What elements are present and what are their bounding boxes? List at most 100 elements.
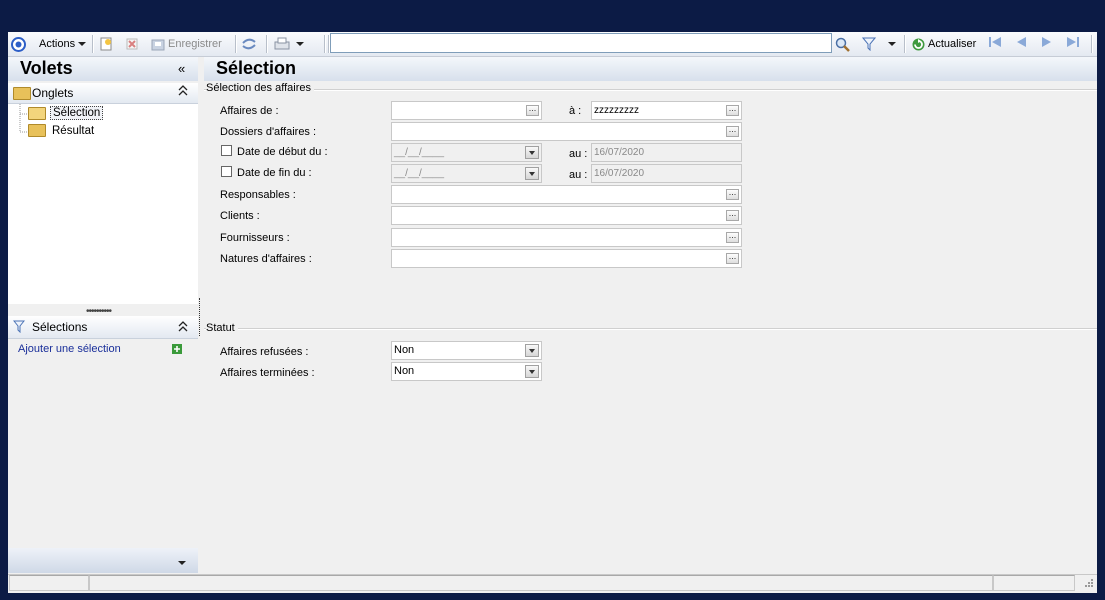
onglets-label: Onglets bbox=[32, 86, 74, 100]
tree-item-selection[interactable]: Sélection bbox=[28, 106, 104, 120]
sync-icon bbox=[241, 37, 256, 51]
date-fin-au-field: 16/07/2020 bbox=[591, 164, 742, 183]
save-button[interactable]: Enregistrer bbox=[151, 36, 222, 52]
previous-icon bbox=[1013, 35, 1029, 54]
a-label: à : bbox=[569, 105, 582, 117]
toolbar-separator bbox=[324, 35, 326, 53]
app-menu-button[interactable] bbox=[11, 36, 26, 52]
chevron-down-icon bbox=[78, 36, 87, 52]
lookup-button[interactable]: ... bbox=[526, 104, 539, 116]
collapse-up-icon[interactable] bbox=[178, 84, 188, 101]
refresh-label: Actualiser bbox=[928, 38, 977, 50]
dropdown-arrow-icon[interactable] bbox=[525, 344, 539, 357]
lookup-button[interactable]: ... bbox=[726, 188, 739, 200]
panel-footer bbox=[8, 548, 198, 573]
save-label: Enregistrer bbox=[168, 38, 222, 50]
sync-button[interactable] bbox=[241, 36, 256, 52]
date-debut-checkbox[interactable] bbox=[221, 145, 232, 156]
toolbar-separator bbox=[266, 35, 268, 53]
chevron-down-icon bbox=[296, 36, 304, 52]
date-picker-button[interactable] bbox=[525, 146, 539, 159]
page-title: Sélection bbox=[216, 58, 297, 78]
natures-label: Natures d'affaires : bbox=[220, 253, 312, 265]
date-fin-checkbox[interactable] bbox=[221, 166, 232, 177]
first-record-button[interactable] bbox=[987, 36, 1003, 52]
delete-button[interactable] bbox=[125, 36, 139, 52]
app-orb-icon bbox=[11, 37, 26, 52]
print-button[interactable] bbox=[273, 36, 304, 52]
terminees-value: Non bbox=[394, 365, 415, 377]
clients-label: Clients : bbox=[220, 210, 260, 222]
date-debut-au-value: 16/07/2020 bbox=[594, 147, 645, 158]
main-header bbox=[204, 57, 1097, 81]
status-cell bbox=[9, 575, 89, 591]
filter-button[interactable] bbox=[861, 36, 877, 52]
collapse-panel-button[interactable]: « bbox=[178, 61, 185, 76]
dossiers-label: Dossiers d'affaires : bbox=[220, 126, 317, 138]
chevron-down-icon bbox=[888, 36, 896, 52]
folder-icon bbox=[13, 87, 31, 103]
affaires-a-value: zzzzzzzzz bbox=[594, 105, 639, 116]
add-icon[interactable] bbox=[172, 344, 182, 357]
lookup-button[interactable]: ... bbox=[726, 252, 739, 264]
first-icon bbox=[987, 35, 1003, 54]
date-fin-au-value: 16/07/2020 bbox=[594, 168, 645, 179]
volets-title: Volets bbox=[20, 58, 73, 78]
lookup-button[interactable]: ... bbox=[726, 125, 739, 137]
search-field[interactable] bbox=[330, 33, 832, 53]
search-input[interactable] bbox=[331, 34, 831, 50]
refusees-select[interactable]: Non bbox=[391, 341, 542, 360]
onglets-header[interactable]: Onglets bbox=[8, 83, 198, 104]
search-button[interactable] bbox=[835, 36, 850, 52]
lookup-button[interactable]: ... bbox=[726, 231, 739, 243]
clients-field[interactable]: ... bbox=[391, 206, 742, 225]
date-debut-au-field: 16/07/2020 bbox=[591, 143, 742, 162]
chevron-down-icon[interactable] bbox=[178, 557, 186, 569]
group-divider bbox=[204, 89, 1097, 91]
date-picker-button[interactable] bbox=[525, 167, 539, 180]
last-record-button[interactable] bbox=[1065, 36, 1081, 52]
lookup-button[interactable]: ... bbox=[726, 104, 739, 116]
selections-header[interactable]: Sélections bbox=[8, 316, 198, 339]
refresh-icon bbox=[911, 37, 925, 51]
toolbar-separator bbox=[235, 35, 237, 53]
responsables-label: Responsables : bbox=[220, 189, 296, 201]
terminees-select[interactable]: Non bbox=[391, 362, 542, 381]
affaires-de-label: Affaires de : bbox=[220, 105, 279, 117]
refresh-button[interactable]: Actualiser bbox=[911, 36, 976, 52]
printer-icon bbox=[273, 37, 290, 51]
group-title-statut: Statut bbox=[206, 322, 238, 334]
natures-field[interactable]: ... bbox=[391, 249, 742, 268]
lookup-button[interactable]: ... bbox=[726, 209, 739, 221]
collapse-up-icon[interactable] bbox=[178, 320, 188, 337]
next-record-button[interactable] bbox=[1039, 36, 1055, 52]
date-debut-field[interactable]: __/__/____ bbox=[391, 143, 542, 162]
affaires-a-field[interactable]: zzzzzzzzz ... bbox=[591, 101, 742, 120]
dropdown-arrow-icon[interactable] bbox=[525, 365, 539, 378]
last-icon bbox=[1065, 35, 1081, 54]
group-title-affaires: Sélection des affaires bbox=[206, 82, 314, 94]
next-icon bbox=[1039, 35, 1055, 54]
add-selection-link[interactable]: Ajouter une sélection bbox=[18, 343, 121, 355]
date-fin-label: Date de fin du : bbox=[237, 167, 312, 179]
refusees-value: Non bbox=[394, 344, 415, 356]
resize-grip-icon[interactable] bbox=[1082, 578, 1094, 593]
previous-record-button[interactable] bbox=[1013, 36, 1029, 52]
filter-icon bbox=[12, 320, 26, 336]
date-fin-field[interactable]: __/__/____ bbox=[391, 164, 542, 183]
filter-dropdown-button[interactable] bbox=[888, 36, 896, 52]
dossiers-field[interactable]: ... bbox=[391, 122, 742, 141]
selections-label: Sélections bbox=[32, 320, 88, 334]
status-cell bbox=[993, 575, 1075, 591]
fournisseurs-field[interactable]: ... bbox=[391, 228, 742, 247]
responsables-field[interactable]: ... bbox=[391, 185, 742, 204]
new-button[interactable] bbox=[99, 36, 113, 52]
search-icon bbox=[835, 37, 850, 52]
vertical-splitter[interactable] bbox=[199, 298, 202, 336]
tree-item-resultat[interactable]: Résultat bbox=[28, 124, 96, 137]
affaires-de-field[interactable]: ... bbox=[391, 101, 542, 120]
actions-menu-button[interactable]: Actions bbox=[39, 36, 87, 52]
date-debut-value: __/__/____ bbox=[394, 147, 445, 158]
tree-item-label: Sélection bbox=[50, 106, 104, 120]
tabs-tree: Sélection Résultat bbox=[8, 104, 198, 304]
